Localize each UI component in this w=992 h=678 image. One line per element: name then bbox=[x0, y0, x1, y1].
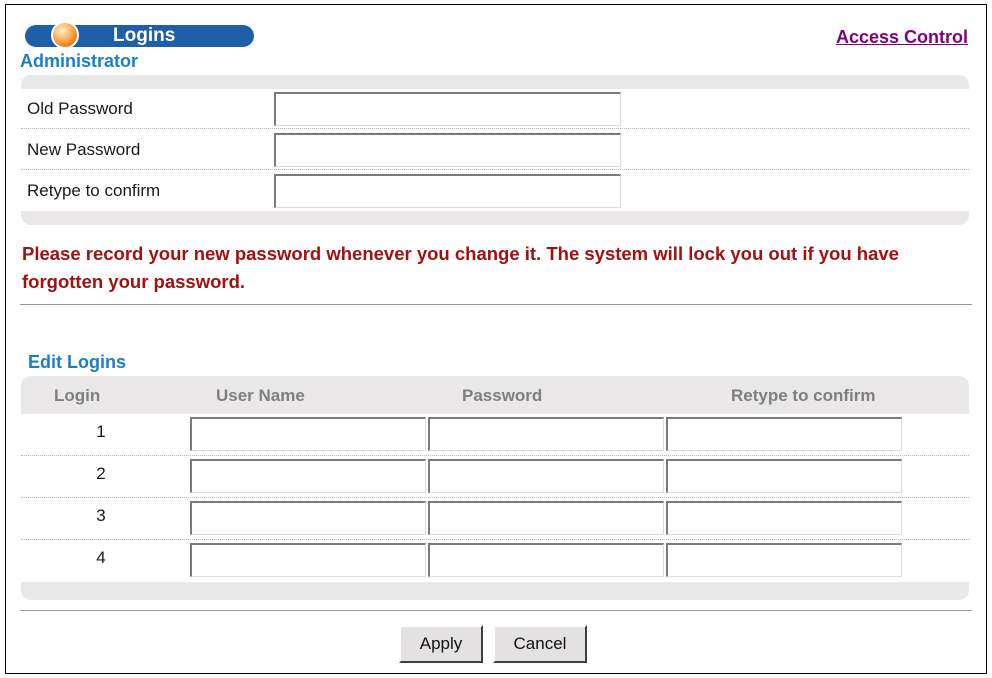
retype-field-2[interactable] bbox=[666, 459, 902, 493]
old-password-field[interactable] bbox=[274, 92, 621, 126]
retype-confirm-row: Retype to confirm bbox=[21, 171, 969, 211]
logins-page: Logins Access Control Administrator Old … bbox=[5, 4, 987, 674]
administrator-section-title: Administrator bbox=[20, 51, 139, 71]
password-field-3[interactable] bbox=[428, 501, 664, 535]
old-password-row: Old Password bbox=[21, 89, 969, 129]
access-control-link[interactable]: Access Control bbox=[836, 27, 968, 48]
table-row: 4 bbox=[21, 540, 969, 582]
new-password-label: New Password bbox=[27, 140, 141, 159]
login-number: 2 bbox=[96, 464, 106, 483]
password-field-1[interactable] bbox=[428, 417, 664, 451]
login-number: 4 bbox=[96, 548, 106, 567]
column-header-password: Password bbox=[462, 386, 543, 405]
edit-logins-panel: Login User Name Password Retype to confi… bbox=[21, 376, 969, 600]
table-row: 3 bbox=[21, 498, 969, 540]
password-field-4[interactable] bbox=[428, 543, 664, 577]
retype-field-4[interactable] bbox=[666, 543, 902, 577]
table-row: 2 bbox=[21, 456, 969, 498]
new-password-row: New Password bbox=[21, 130, 969, 170]
password-warning: Please record your new password whenever… bbox=[22, 243, 899, 292]
user-name-field-4[interactable] bbox=[190, 543, 426, 577]
password-field-2[interactable] bbox=[428, 459, 664, 493]
user-name-field-3[interactable] bbox=[190, 501, 426, 535]
divider-bottom bbox=[20, 610, 972, 611]
divider-top bbox=[20, 304, 972, 305]
column-header-login: Login bbox=[54, 386, 101, 405]
page-header-pill: Logins bbox=[25, 21, 254, 49]
login-number: 1 bbox=[96, 422, 106, 441]
user-name-field-1[interactable] bbox=[190, 417, 426, 451]
login-number: 3 bbox=[96, 506, 106, 525]
user-name-field-2[interactable] bbox=[190, 459, 426, 493]
new-password-field[interactable] bbox=[274, 133, 621, 167]
retype-field-1[interactable] bbox=[666, 417, 902, 451]
cancel-button[interactable]: Cancel bbox=[493, 625, 587, 663]
retype-confirm-label: Retype to confirm bbox=[27, 181, 161, 200]
administrator-panel: Old Password New Password Retype to conf… bbox=[21, 75, 969, 225]
page-title: Logins bbox=[113, 25, 176, 46]
retype-confirm-field[interactable] bbox=[274, 174, 621, 208]
column-header-retype-confirm: Retype to confirm bbox=[731, 386, 876, 405]
orange-ball-icon bbox=[51, 21, 79, 49]
edit-logins-table: 1 2 3 4 bbox=[21, 414, 969, 582]
edit-logins-section-title: Edit Logins bbox=[28, 352, 126, 372]
retype-field-3[interactable] bbox=[666, 501, 902, 535]
apply-button[interactable]: Apply bbox=[399, 625, 483, 663]
table-row: 1 bbox=[21, 414, 969, 456]
column-header-user-name: User Name bbox=[216, 386, 305, 405]
old-password-label: Old Password bbox=[27, 99, 133, 118]
administrator-form: Old Password New Password Retype to conf… bbox=[21, 89, 969, 211]
